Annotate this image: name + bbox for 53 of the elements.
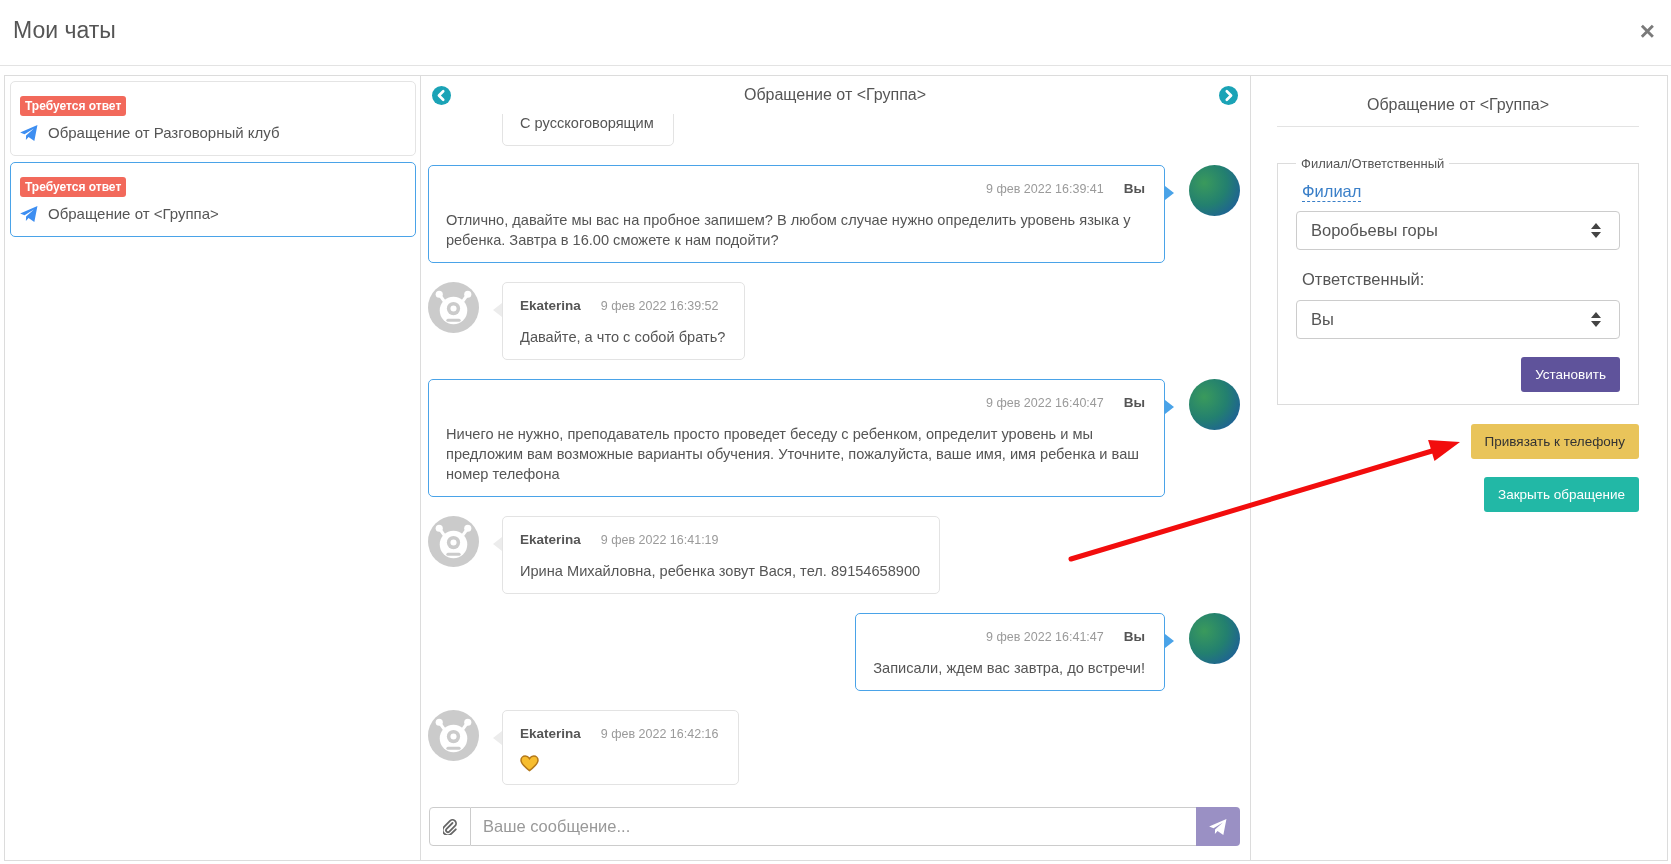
message-time: 9 фев 2022 16:41:19 (600, 532, 719, 549)
owner-label: Ответственный: (1302, 269, 1426, 289)
message-time: 9 фев 2022 16:39:41 (986, 181, 1104, 198)
up-down-caret-icon (1591, 223, 1601, 238)
action-button[interactable]: Привязать к телефону (1470, 424, 1639, 459)
message-text: Давайте, а что с собой брать? (520, 328, 726, 347)
branch-select[interactable]: Воробьевы горы (1296, 211, 1620, 250)
avatar-image (1189, 379, 1240, 430)
message-time: 9 фев 2022 16:40:47 (986, 395, 1104, 412)
message-text: Отлично, давайте мы вас на пробное запишем? В любом случае нужно определить уровень языка у ребенка. Завтра в 16.00 сможете к нам подойти? (446, 211, 1132, 250)
avatar-icon (428, 710, 479, 761)
message-author: Вы (1123, 180, 1145, 198)
status-badge: Требуется ответ (20, 177, 127, 197)
message-text: Ирина Михайловна, ребенка зовут Вася, тел. 89154658900 (520, 562, 921, 581)
apply-button[interactable]: Установить (1521, 357, 1620, 392)
fieldset-legend: Филиал/Ответственный (1296, 156, 1450, 171)
paperclip-icon (443, 818, 457, 835)
page-title: Мои чаты (13, 17, 116, 44)
paper-plane-icon (1209, 818, 1227, 835)
message-author: Ekaterina (520, 531, 581, 549)
message-author: Вы (1123, 394, 1145, 412)
message-text: Записали, ждем вас завтра, до встречи! (873, 659, 1145, 678)
message-text: Ничего не нужно, преподаватель просто проведет беседу с ребенком, определит уровень и мы предложим вам возможные варианты обучения. Уточните, пожалуйста, ваше имя, имя ребенка и ваш номер телефона (446, 425, 1140, 484)
up-down-caret-icon (1591, 312, 1601, 327)
chevron-right-icon[interactable] (1219, 85, 1238, 105)
chat-item[interactable]: Требуется ответ Обращение от Разговорный клуб (10, 81, 416, 156)
conversation-title: Обращение от <Группа> (743, 86, 927, 104)
attach-button[interactable] (429, 807, 471, 846)
close-button[interactable]: × (1637, 17, 1657, 44)
owner-select[interactable]: Вы (1296, 300, 1620, 339)
message-author: Ekaterina (520, 725, 581, 743)
avatar-icon (428, 282, 479, 333)
status-badge: Требуется ответ (20, 96, 127, 116)
avatar-image (1189, 165, 1240, 216)
chat-title: Обращение от Разговорный клуб (48, 124, 280, 142)
message-time: 9 фев 2022 16:41:47 (986, 629, 1104, 646)
message-author: Ekaterina (520, 297, 581, 315)
message-input[interactable]: Ваше сообщение... (471, 807, 1196, 846)
send-button[interactable] (1196, 807, 1240, 846)
heart-emoji-icon (520, 755, 539, 772)
chat-item[interactable]: Требуется ответ Обращение от <Группа> (10, 162, 416, 237)
branch-link[interactable]: Филиал (1302, 181, 1362, 202)
avatar-image (1189, 613, 1240, 664)
paper-plane-icon (20, 206, 38, 222)
chevron-left-icon[interactable] (432, 85, 451, 105)
message-time: 9 фев 2022 16:39:52 (600, 298, 719, 315)
message-time: 9 фев 2022 16:42:16 (600, 726, 719, 743)
chat-title: Обращение от <Группа> (48, 205, 219, 223)
paper-plane-icon (20, 125, 38, 141)
message-author: Вы (1123, 628, 1145, 646)
avatar-icon (428, 516, 479, 567)
message-text: С русскоговорящим (520, 114, 654, 133)
panel-title: Обращение от <Группа> (1277, 76, 1639, 127)
